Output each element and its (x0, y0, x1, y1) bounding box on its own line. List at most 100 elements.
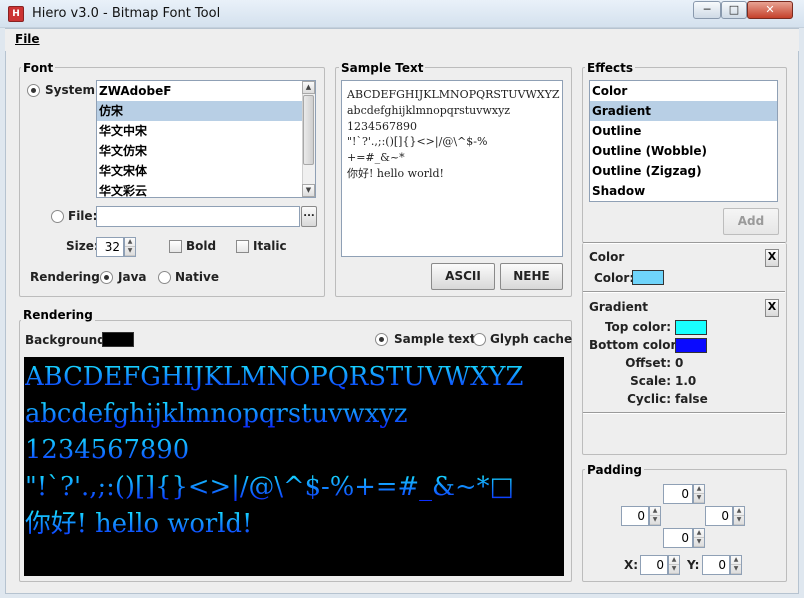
rendering-mode-label: Rendering: (30, 270, 105, 284)
font-list-item[interactable]: 华文彩云 (97, 181, 315, 197)
effect-list-item[interactable]: Outline (590, 121, 777, 141)
sample-line: 你好! hello world! (347, 166, 444, 180)
padding-y-input[interactable]: 0 (702, 555, 730, 575)
italic-checkbox[interactable] (236, 240, 249, 253)
maximize-icon: □ (728, 3, 740, 16)
effect-list-item-selected[interactable]: Gradient (590, 101, 777, 121)
native-rendering-radio[interactable] (158, 271, 171, 284)
browse-file-button[interactable]: ... (301, 206, 317, 227)
padding-top-input[interactable]: 0 (663, 484, 693, 504)
font-file-input[interactable] (96, 206, 300, 227)
ascii-button[interactable]: ASCII (431, 263, 495, 290)
close-icon: ✕ (765, 3, 775, 16)
sample-line: 1234567890 (347, 119, 417, 133)
stepper-down-icon[interactable]: ▼ (669, 565, 679, 574)
stepper-down-icon[interactable]: ▼ (650, 516, 660, 525)
sample-text-area[interactable]: ABCDEFGHIJKLMNOPQRSTUVWXYZ abcdefghijklm… (341, 80, 563, 257)
scroll-down-icon[interactable]: ▼ (302, 184, 315, 197)
hiero-app-icon: H (8, 6, 24, 22)
padding-y-label: Y: (687, 558, 700, 572)
system-font-radio[interactable] (27, 84, 40, 97)
rendering-group-label: Rendering (21, 308, 95, 322)
effect-list-item[interactable]: Outline (Zigzag) (590, 161, 777, 181)
sample-text-radio-label: Sample text (394, 332, 476, 346)
stepper-down-icon[interactable]: ▼ (125, 247, 135, 256)
java-rendering-label: Java (118, 270, 147, 284)
italic-label: Italic (253, 239, 287, 253)
file-font-radio[interactable] (51, 210, 64, 223)
size-label: Size: (66, 239, 99, 253)
font-list-item[interactable]: 华文中宋 (97, 121, 315, 141)
font-size-stepper[interactable]: ▲ ▼ (124, 237, 136, 257)
font-preview-canvas[interactable]: ABCDEFGHIJKLMNOPQRSTUVWXYZ abcdefghijklm… (24, 357, 564, 576)
stepper-up-icon[interactable]: ▲ (694, 529, 704, 538)
bold-label: Bold (186, 239, 217, 253)
minimize-icon: ─ (703, 3, 711, 16)
background-label: Background: (25, 333, 111, 347)
padding-y-stepper[interactable]: ▲ ▼ (730, 555, 742, 575)
sample-line: +=#_&~* (347, 151, 405, 165)
java-rendering-radio[interactable] (100, 271, 113, 284)
menu-file-label: File (15, 32, 40, 46)
add-effect-button[interactable]: Add (723, 208, 779, 235)
font-list-item[interactable]: 华文仿宋 (97, 141, 315, 161)
sample-line: ABCDEFGHIJKLMNOPQRSTUVWXYZ (347, 88, 560, 101)
effect-list-item[interactable]: Outline (Wobble) (590, 141, 777, 161)
padding-right-input[interactable]: 0 (705, 506, 733, 526)
scroll-up-icon[interactable]: ▲ (302, 81, 315, 94)
file-font-label: File: (68, 209, 98, 223)
sample-text-group-label: Sample Text (339, 61, 426, 75)
menu-file[interactable]: File (15, 32, 40, 46)
effects-list[interactable]: Color Gradient Outline Outline (Wobble) … (589, 80, 778, 202)
effects-panel-frame (582, 243, 787, 455)
background-color-swatch[interactable] (102, 332, 134, 347)
stepper-up-icon[interactable]: ▲ (669, 556, 679, 565)
preview-line: 1234567890 (25, 432, 564, 469)
padding-group-label: Padding (585, 463, 644, 477)
effect-list-item[interactable]: Color (590, 81, 777, 101)
bold-checkbox[interactable] (169, 240, 182, 253)
system-font-list[interactable]: ZWAdobeF 仿宋 华文中宋 华文仿宋 华文宋体 华文彩云 (96, 80, 316, 198)
font-group-label: Font (21, 61, 56, 75)
system-font-label: System: (45, 83, 100, 97)
sample-line: abcdefghijklmnopqrstuvwxyz (347, 103, 511, 117)
stepper-up-icon[interactable]: ▲ (731, 556, 741, 565)
padding-bottom-stepper[interactable]: ▲ ▼ (693, 528, 705, 548)
padding-bottom-input[interactable]: 0 (663, 528, 693, 548)
padding-right-stepper[interactable]: ▲ ▼ (733, 506, 745, 526)
stepper-up-icon[interactable]: ▲ (125, 238, 135, 247)
preview-line: 你好! hello world! (25, 506, 564, 543)
minimize-button[interactable]: ─ (693, 1, 721, 19)
glyph-cache-radio-label: Glyph cache (490, 332, 573, 346)
stepper-up-icon[interactable]: ▲ (650, 507, 660, 516)
menu-bar (5, 29, 799, 51)
padding-x-label: X: (624, 558, 639, 572)
padding-top-stepper[interactable]: ▲ ▼ (693, 484, 705, 504)
padding-x-stepper[interactable]: ▲ ▼ (668, 555, 680, 575)
sample-text-radio[interactable] (375, 333, 388, 346)
stepper-down-icon[interactable]: ▼ (694, 538, 704, 547)
native-rendering-label: Native (175, 270, 219, 284)
preview-line: abcdefghijklmnopqrstuvwxyz (25, 396, 564, 433)
glyph-cache-radio[interactable] (473, 333, 486, 346)
preview-line: "!`?'.,;:()[]{}<>|/@\^$-%+=#_&~*□ (25, 469, 564, 506)
effect-list-item[interactable]: Shadow (590, 181, 777, 201)
effects-group-label: Effects (585, 61, 636, 75)
maximize-button[interactable]: □ (721, 1, 747, 19)
scroll-thumb[interactable] (303, 95, 314, 165)
stepper-down-icon[interactable]: ▼ (734, 516, 744, 525)
sample-line: "!`?'.,;:()[]{}<>|/@\^$-% (347, 135, 488, 149)
padding-x-input[interactable]: 0 (640, 555, 668, 575)
padding-left-stepper[interactable]: ▲ ▼ (649, 506, 661, 526)
stepper-up-icon[interactable]: ▲ (694, 485, 704, 494)
nehe-button[interactable]: NEHE (500, 263, 563, 290)
stepper-down-icon[interactable]: ▼ (694, 494, 704, 503)
font-size-input[interactable]: 32 (96, 237, 124, 257)
stepper-down-icon[interactable]: ▼ (731, 565, 741, 574)
close-button[interactable]: ✕ (747, 1, 793, 19)
font-list-item[interactable]: 华文宋体 (97, 161, 315, 181)
stepper-up-icon[interactable]: ▲ (734, 507, 744, 516)
padding-left-input[interactable]: 0 (621, 506, 649, 526)
font-list-item[interactable]: ZWAdobeF (97, 81, 315, 101)
font-list-item-selected[interactable]: 仿宋 (97, 101, 315, 121)
